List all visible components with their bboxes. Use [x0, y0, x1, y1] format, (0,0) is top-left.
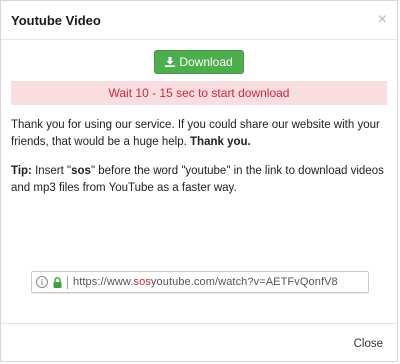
download-button-wrap: Download [11, 50, 387, 74]
download-button-label: Download [179, 55, 233, 69]
download-button[interactable]: Download [154, 50, 244, 74]
info-icon: i [36, 276, 48, 288]
tip-label: Tip: [11, 165, 32, 177]
modal-footer: Close [1, 323, 397, 364]
url-separator [67, 275, 68, 289]
url-highlight: sos [133, 276, 151, 288]
thanks-bold: Thank you. [190, 136, 251, 148]
url-example-bar: i https://www.sosyoutube.com/watch?v=AET… [31, 271, 369, 293]
url-suffix: youtube.com/watch?v=AETFvQonfV8 [150, 276, 338, 288]
modal-body: Download Wait 10 - 15 sec to start downl… [1, 40, 397, 197]
modal-title: Youtube Video [11, 12, 101, 28]
download-icon [165, 57, 176, 67]
url-text: https://www.sosyoutube.com/watch?v=AETFv… [73, 276, 338, 288]
close-icon[interactable]: × [378, 12, 387, 28]
tip-keyword: sos [71, 165, 91, 177]
modal-header: Youtube Video × [1, 1, 397, 40]
url-prefix: https://www. [73, 276, 134, 288]
tip-message: Tip: Insert "sos" before the word "youtu… [11, 163, 387, 197]
lock-icon [53, 276, 62, 288]
tip-text-1: Insert " [31, 165, 72, 177]
wait-notice: Wait 10 - 15 sec to start download [11, 81, 387, 105]
youtube-video-modal: Youtube Video × Download Wait 10 - 15 se… [0, 0, 398, 362]
close-button[interactable]: Close [354, 338, 383, 350]
thanks-message: Thank you for using our service. If you … [11, 117, 387, 151]
